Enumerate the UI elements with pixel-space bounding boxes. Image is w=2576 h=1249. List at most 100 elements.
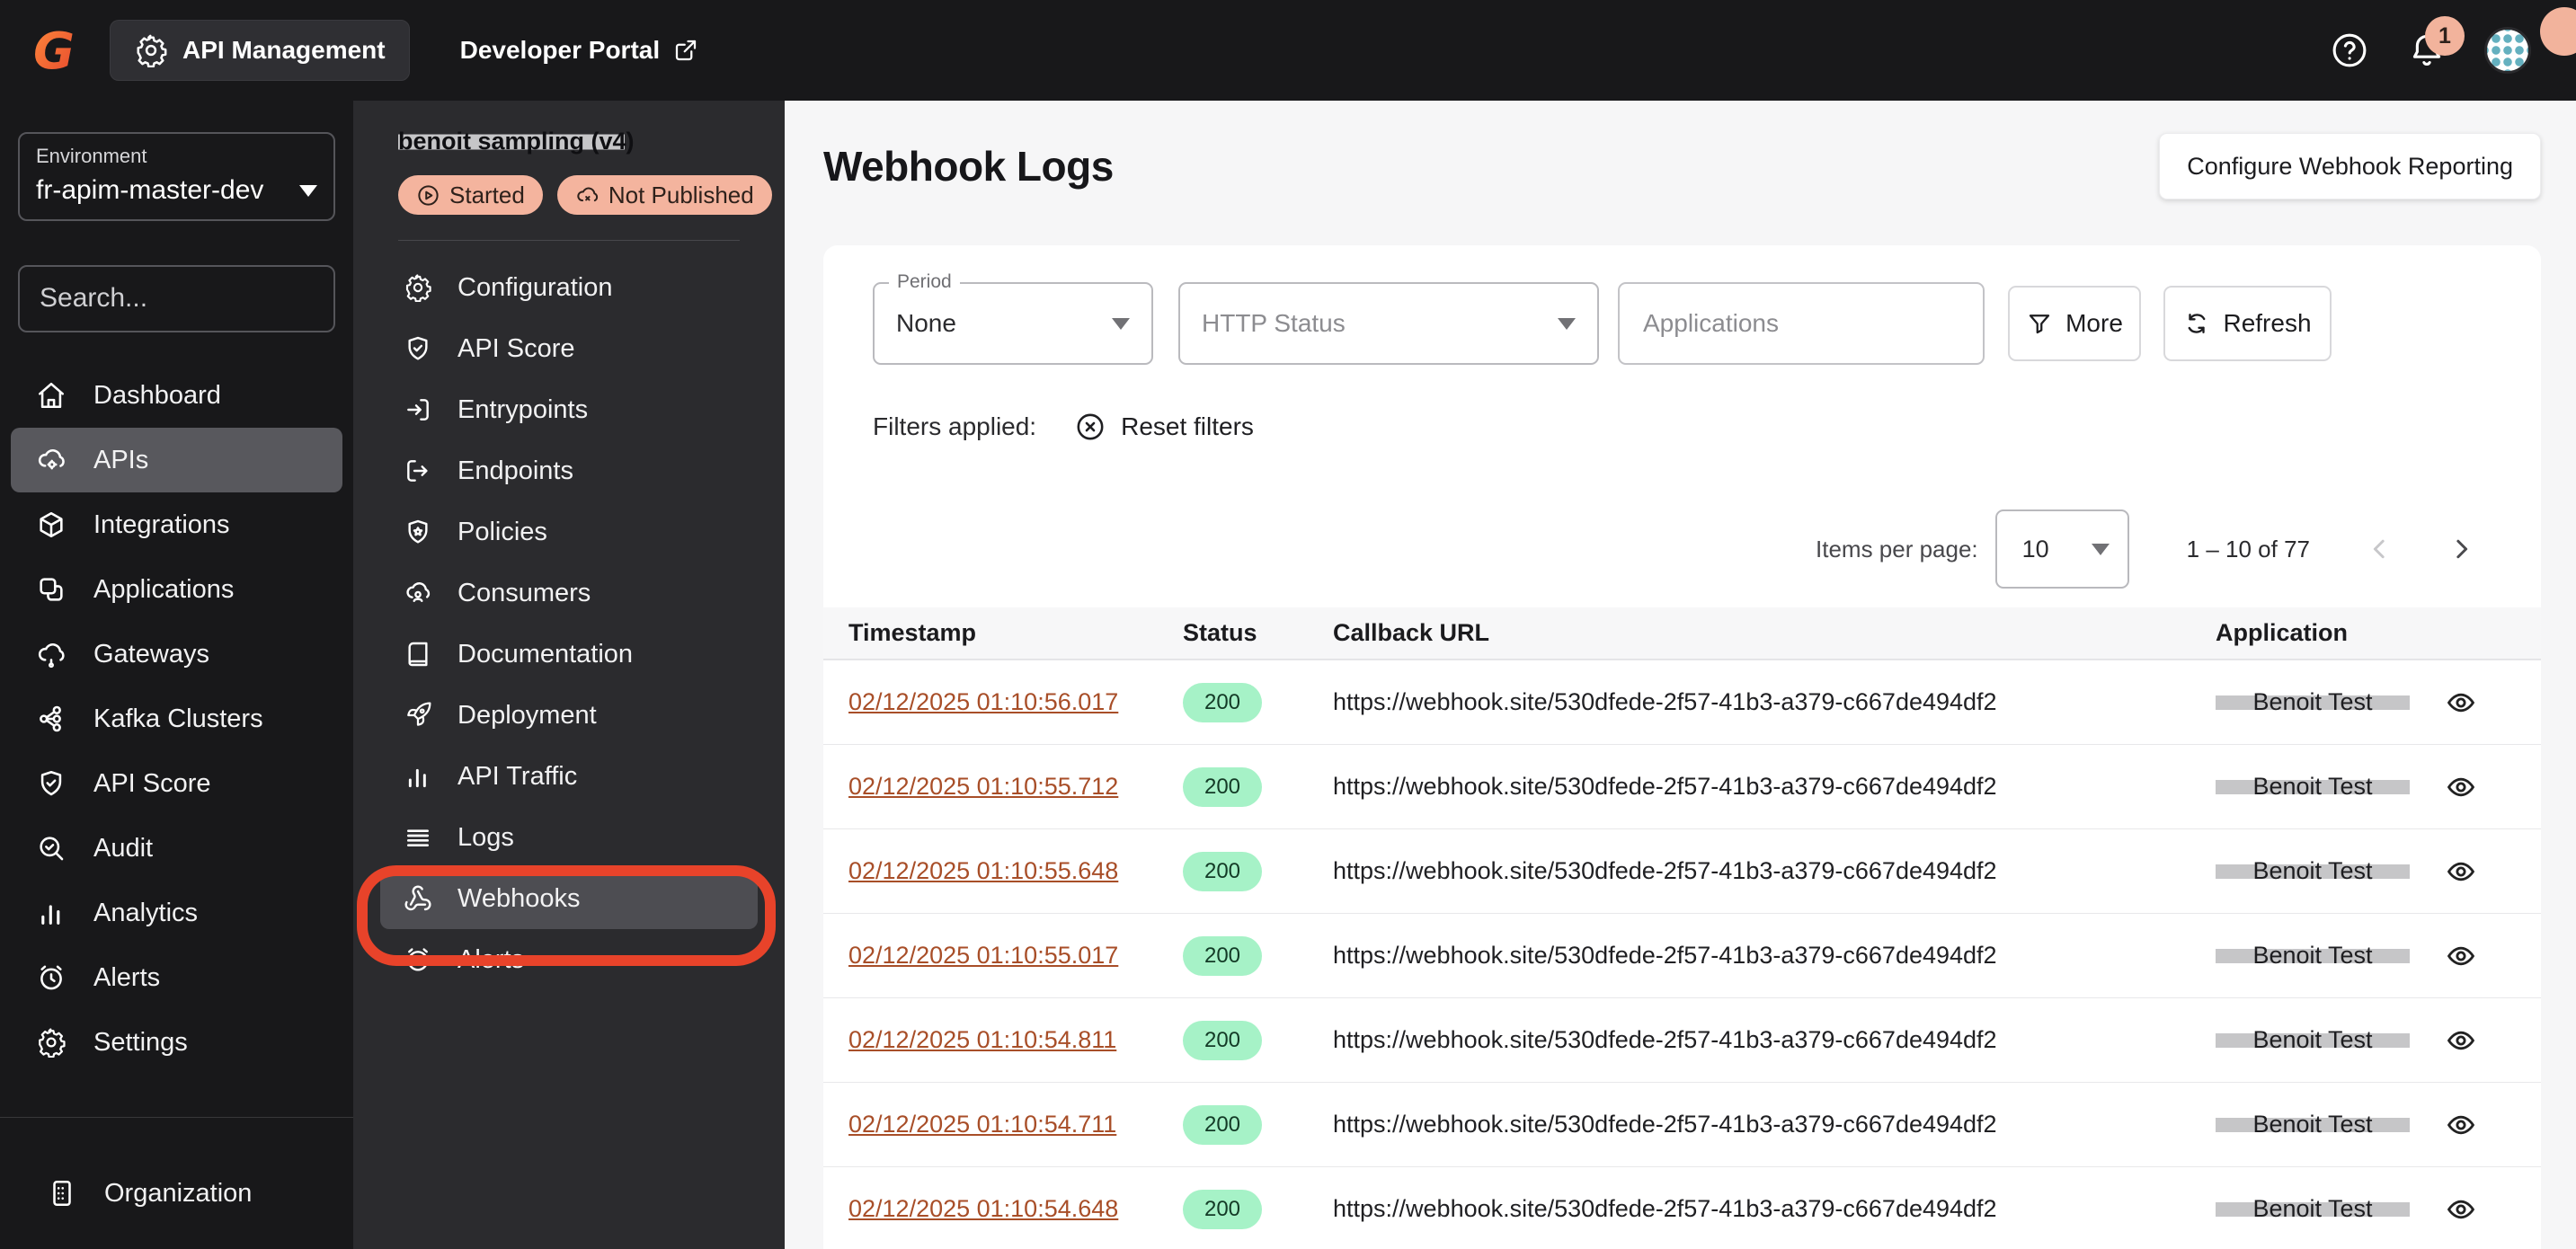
redacted-application-name: Benoit Test (2216, 688, 2410, 716)
timestamp-link[interactable]: 02/12/2025 01:10:54.711 (848, 1111, 1116, 1138)
main-content: Webhook Logs Configure Webhook Reporting… (785, 101, 2576, 1249)
timestamp-link[interactable]: 02/12/2025 01:10:55.017 (848, 942, 1118, 969)
api-menu-configuration[interactable]: Configuration (380, 257, 758, 318)
period-label: Period (889, 271, 960, 293)
eye-icon[interactable] (2440, 1194, 2482, 1225)
sidebar-divider (0, 1117, 353, 1118)
sidebar-item-label: Settings (93, 1028, 188, 1058)
sidebar-item-label: Alerts (93, 963, 160, 993)
sidebar-item-gateways[interactable]: Gateways (11, 622, 342, 687)
search-check-icon (36, 833, 67, 864)
external-link-icon (672, 37, 699, 64)
api-menu-consumers[interactable]: Consumers (380, 562, 758, 624)
next-page-button[interactable] (2447, 536, 2474, 562)
api-menu-endpoints[interactable]: Endpoints (380, 440, 758, 501)
sidebar-item-analytics[interactable]: Analytics (11, 881, 342, 945)
api-menu-api-score[interactable]: API Score (380, 318, 758, 379)
api-menu-api-traffic[interactable]: API Traffic (380, 746, 758, 807)
callback-url: https://webhook.site/530dfede-2f57-41b3-… (1333, 688, 1997, 715)
sidebar-item-dashboard[interactable]: Dashboard (11, 363, 342, 428)
eye-icon[interactable] (2440, 856, 2482, 887)
page-range-label: 1 – 10 of 77 (2187, 536, 2310, 563)
notifications-button[interactable]: 1 (2407, 31, 2447, 70)
redacted-application-name: Benoit Test (2216, 857, 2410, 885)
sidebar-item-audit[interactable]: Audit (11, 816, 342, 881)
api-menu-label: API Traffic (457, 762, 577, 792)
app-switcher-button[interactable]: API Management (110, 20, 410, 81)
avatar[interactable] (2484, 27, 2531, 74)
api-menu-alerts[interactable]: Alerts (380, 929, 758, 990)
status-badge: 200 (1183, 852, 1262, 891)
search-input[interactable] (38, 282, 388, 314)
status-badge: 200 (1183, 1105, 1262, 1145)
eye-icon[interactable] (2440, 1025, 2482, 1056)
shield-check-icon (404, 334, 432, 363)
previous-page-button[interactable] (2367, 536, 2394, 562)
api-menu-deployment[interactable]: Deployment (380, 685, 758, 746)
bar-chart-icon (36, 898, 67, 928)
api-menu-entrypoints[interactable]: Entrypoints (380, 379, 758, 440)
sidebar-item-applications[interactable]: Applications (11, 557, 342, 622)
page-size-select[interactable]: 10 (1995, 509, 2129, 589)
timestamp-link[interactable]: 02/12/2025 01:10:54.648 (848, 1195, 1118, 1222)
eye-icon[interactable] (2440, 687, 2482, 718)
paginator: Items per page: 10 1 – 10 of 77 (823, 509, 2474, 589)
column-header-callback-url: Callback URL (1333, 619, 2216, 647)
clipboard-icon (47, 1178, 77, 1209)
api-menu-documentation[interactable]: Documentation (380, 624, 758, 685)
status-badge: 200 (1183, 767, 1262, 807)
badge-label: Not Published (608, 182, 754, 209)
svg-text:G: G (33, 22, 75, 79)
api-menu-label: Endpoints (457, 456, 573, 486)
timestamp-link[interactable]: 02/12/2025 01:10:55.712 (848, 773, 1118, 800)
eye-icon[interactable] (2440, 772, 2482, 802)
developer-portal-link[interactable]: Developer Portal (460, 36, 700, 65)
arrow-into-box-icon (404, 395, 432, 424)
alarm-clock-icon (36, 962, 67, 993)
sidebar-item-apis[interactable]: APIs (11, 428, 342, 492)
sidebar-item-organization[interactable]: Organization (11, 1161, 342, 1226)
alarm-clock-icon (404, 945, 432, 974)
status-badge: 200 (1183, 1021, 1262, 1060)
app-switcher-label: API Management (182, 36, 386, 65)
sidebar-item-label: Analytics (93, 899, 198, 928)
api-menu-webhooks[interactable]: Webhooks (380, 868, 758, 929)
eye-icon[interactable] (2440, 941, 2482, 971)
eye-icon[interactable] (2440, 1110, 2482, 1140)
table-header: Timestamp Status Callback URL Applicatio… (823, 607, 2541, 660)
rocket-icon (404, 701, 432, 730)
environment-label: Environment (36, 145, 317, 168)
play-circle-icon (416, 183, 440, 208)
filters-applied-label: Filters applied: (873, 412, 1036, 441)
api-menu-logs[interactable]: Logs (380, 807, 758, 868)
applications-input[interactable] (1641, 308, 1961, 339)
refresh-button[interactable]: Refresh (2163, 286, 2332, 361)
timestamp-link[interactable]: 02/12/2025 01:10:54.811 (848, 1026, 1116, 1053)
gear-icon (36, 1027, 67, 1058)
http-status-select[interactable]: HTTP Status (1178, 282, 1599, 365)
api-menu-policies[interactable]: Policies (380, 501, 758, 562)
reset-filters-button[interactable]: Reset filters (1074, 411, 1254, 443)
environment-select[interactable]: Environment fr-apim-master-dev (18, 132, 335, 221)
sidebar-item-alerts[interactable]: Alerts (11, 945, 342, 1010)
sidebar-search[interactable] (18, 265, 335, 332)
sidebar-item-api-score[interactable]: API Score (11, 751, 342, 816)
period-select[interactable]: Period None (873, 282, 1153, 365)
gravitee-logo[interactable]: G (23, 22, 81, 79)
timestamp-link[interactable]: 02/12/2025 01:10:55.648 (848, 857, 1118, 884)
more-filters-button[interactable]: More (2008, 286, 2141, 361)
help-button[interactable] (2330, 31, 2369, 70)
column-header-status: Status (1183, 619, 1333, 647)
sidebar-item-label: Integrations (93, 510, 230, 540)
kafka-icon (36, 704, 67, 734)
redacted-application-name: Benoit Test (2216, 1111, 2410, 1138)
configure-webhook-reporting-button[interactable]: Configure Webhook Reporting (2159, 133, 2541, 199)
column-header-application: Application (2216, 619, 2440, 647)
redacted-application-name: Benoit Test (2216, 942, 2410, 970)
sidebar-item-kafka-clusters[interactable]: Kafka Clusters (11, 687, 342, 751)
timestamp-link[interactable]: 02/12/2025 01:10:56.017 (848, 688, 1118, 715)
status-badge: 200 (1183, 936, 1262, 976)
sidebar-item-settings[interactable]: Settings (11, 1010, 342, 1075)
sidebar-item-integrations[interactable]: Integrations (11, 492, 342, 557)
applications-filter[interactable] (1618, 282, 1985, 365)
